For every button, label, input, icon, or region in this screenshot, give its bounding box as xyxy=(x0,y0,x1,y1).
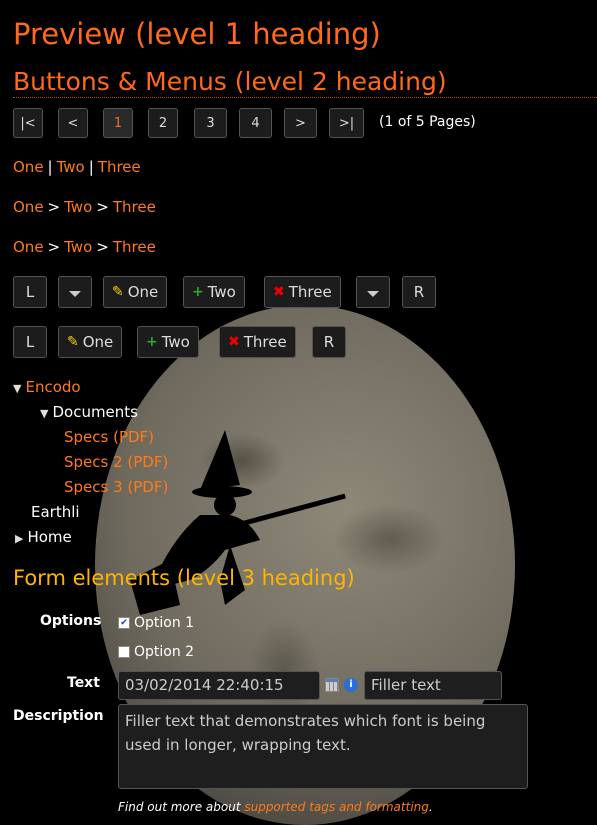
pager-page-4-button[interactable]: 4 xyxy=(239,108,272,138)
toolbar2-left-button[interactable]: L xyxy=(13,326,47,358)
page-title: Preview (level 1 heading) xyxy=(13,17,381,51)
collapsed-triangle-icon: ▶ xyxy=(15,532,24,545)
options-label: Options xyxy=(40,613,102,629)
toolbar1-left-button[interactable]: L xyxy=(13,276,47,308)
plus-icon: + xyxy=(192,284,204,300)
info-icon[interactable]: i xyxy=(344,678,358,692)
calendar-icon[interactable] xyxy=(325,678,339,692)
description-label: Description xyxy=(13,708,104,724)
breadcrumb-2: One > Two > Three xyxy=(13,238,156,256)
option-2-checkbox-row[interactable]: Option 2 xyxy=(118,644,194,660)
chevron-down-icon xyxy=(69,291,81,297)
toolbar1-dropdown-button-2[interactable] xyxy=(356,276,390,308)
section-heading-buttons: Buttons & Menus (level 2 heading) xyxy=(13,67,597,98)
toolbar1-two-button[interactable]: + Two xyxy=(183,276,245,308)
breadcrumb-item-three[interactable]: Three xyxy=(113,198,156,216)
pager-last-button[interactable]: >| xyxy=(329,108,364,138)
pencil-icon: ✎ xyxy=(67,334,79,350)
tree-file-specs[interactable]: Specs (PDF) xyxy=(64,428,154,446)
delete-icon: ✖ xyxy=(228,334,240,350)
pager-page-2-button[interactable]: 2 xyxy=(148,108,178,138)
toolbar2-right-button[interactable]: R xyxy=(312,326,346,358)
option-1-checkbox-row[interactable]: ✔ Option 1 xyxy=(118,615,194,631)
pipe-menu-item-one[interactable]: One xyxy=(13,158,44,176)
checkbox-checked[interactable]: ✔ xyxy=(118,617,130,629)
toolbar1-right-button[interactable]: R xyxy=(402,276,436,308)
pager-next-button[interactable]: > xyxy=(284,108,317,138)
date-time-input[interactable]: 03/02/2014 22:40:15 xyxy=(118,671,320,700)
toolbar1-dropdown-button[interactable] xyxy=(58,276,92,308)
breadcrumb-separator: > xyxy=(96,238,109,256)
breadcrumb-separator: > xyxy=(47,238,61,256)
help-footer: Find out more about supported tags and f… xyxy=(118,800,433,814)
chevron-down-icon xyxy=(367,291,379,297)
breadcrumb-2-item-three[interactable]: Three xyxy=(113,238,156,256)
toolbar1-one-button[interactable]: ✎ One xyxy=(103,276,168,308)
plus-icon: + xyxy=(146,334,158,350)
breadcrumb-separator: > xyxy=(47,198,61,216)
supported-tags-link[interactable]: supported tags and formatting xyxy=(244,800,429,814)
tree-item-earthli[interactable]: Earthli xyxy=(31,503,80,521)
toolbar2-two-button[interactable]: + Two xyxy=(137,326,199,358)
delete-icon: ✖ xyxy=(273,284,285,300)
tree-item-home[interactable]: ▶ Home xyxy=(15,528,72,546)
pager-page-3-button[interactable]: 3 xyxy=(194,108,227,138)
expanded-triangle-icon: ▼ xyxy=(13,382,22,395)
breadcrumb: One > Two > Three xyxy=(13,198,156,216)
expanded-triangle-icon: ▼ xyxy=(40,407,49,420)
pipe-menu: One | Two | Three xyxy=(13,158,141,176)
pager-page-1-button[interactable]: 1 xyxy=(103,108,133,138)
pipe-separator: | xyxy=(88,158,94,176)
tree-item-documents[interactable]: ▼ Documents xyxy=(40,403,138,421)
description-textarea[interactable]: Filler text that demonstrates which font… xyxy=(118,704,528,789)
tree-file-specs-2[interactable]: Specs 2 (PDF) xyxy=(64,453,168,471)
pipe-menu-item-three[interactable]: Three xyxy=(98,158,141,176)
breadcrumb-item-one[interactable]: One xyxy=(13,198,44,216)
breadcrumb-separator: > xyxy=(96,198,109,216)
pager-prev-button[interactable]: < xyxy=(58,108,88,138)
breadcrumb-2-item-two[interactable]: Two xyxy=(64,238,92,256)
checkbox-unchecked[interactable] xyxy=(118,646,130,658)
breadcrumb-2-item-one[interactable]: One xyxy=(13,238,44,256)
tree-item-encodo[interactable]: ▼ Encodo xyxy=(13,378,81,396)
toolbar2-three-button[interactable]: ✖ Three xyxy=(219,326,296,358)
breadcrumb-item-two[interactable]: Two xyxy=(64,198,92,216)
tree-file-specs-3[interactable]: Specs 3 (PDF) xyxy=(64,478,168,496)
text-input[interactable]: Filler text xyxy=(364,671,502,700)
pencil-icon: ✎ xyxy=(112,284,124,300)
text-label: Text xyxy=(67,675,100,691)
pipe-menu-item-two[interactable]: Two xyxy=(57,158,85,176)
pipe-separator: | xyxy=(47,158,53,176)
toolbar1-three-button[interactable]: ✖ Three xyxy=(264,276,341,308)
section-heading-forms: Form elements (level 3 heading) xyxy=(13,566,355,590)
pager-first-button[interactable]: |< xyxy=(13,108,43,138)
pager-info: (1 of 5 Pages) xyxy=(379,114,476,130)
toolbar2-one-button[interactable]: ✎ One xyxy=(58,326,123,358)
